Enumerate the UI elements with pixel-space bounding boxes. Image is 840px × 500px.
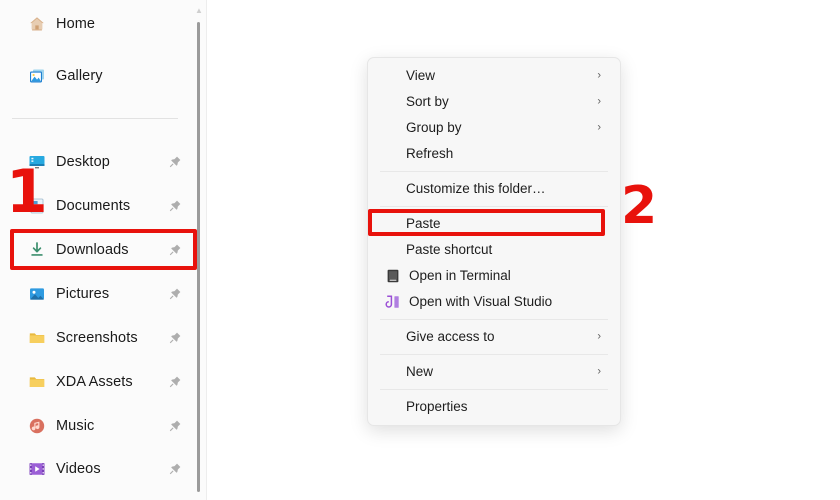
step-number-1: 1 (6, 157, 48, 227)
pin-icon[interactable] (168, 243, 182, 257)
chevron-right-icon: › (597, 365, 601, 378)
menu-item-properties[interactable]: Properties (372, 394, 616, 420)
menu-item-sort-by[interactable]: Sort by › (372, 89, 616, 115)
menu-item-label: Sort by (406, 94, 449, 110)
pin-icon[interactable] (168, 155, 182, 169)
sidebar-item-label: Downloads (56, 241, 129, 258)
menu-item-view[interactable]: View › (372, 63, 616, 89)
home-icon (28, 15, 46, 33)
sidebar-divider (12, 118, 178, 119)
menu-item-refresh[interactable]: Refresh (372, 141, 616, 167)
chevron-right-icon: › (597, 95, 601, 108)
visual-studio-icon (385, 294, 401, 310)
videos-icon (28, 460, 46, 478)
pin-icon[interactable] (168, 199, 182, 213)
chevron-right-icon: › (597, 330, 601, 343)
sidebar-item-gallery[interactable]: Gallery (10, 61, 188, 91)
sidebar-item-downloads[interactable]: Downloads (10, 235, 188, 265)
step-number-2: 2 (621, 176, 657, 236)
sidebar-item-label: Music (56, 417, 95, 434)
menu-item-new[interactable]: New › (372, 359, 616, 385)
navigation-pane: Home Gallery Desktop Documents Downloads… (0, 0, 198, 500)
pin-icon[interactable] (168, 419, 182, 433)
navigation-pane-scrollbar[interactable]: ▲ (192, 0, 206, 500)
menu-separator (380, 319, 608, 320)
context-menu: View › Sort by › Group by › Refresh Cust… (367, 57, 621, 426)
menu-item-customize-this-folder[interactable]: Customize this folder… (372, 176, 616, 202)
menu-item-open-with-visual-studio[interactable]: Open with Visual Studio (372, 289, 616, 315)
chevron-right-icon: › (597, 121, 601, 134)
sidebar-item-label: Pictures (56, 285, 110, 302)
pane-edge-divider (206, 0, 207, 500)
sidebar-item-screenshots[interactable]: Screenshots (10, 323, 188, 353)
sidebar-item-label: Videos (56, 460, 101, 477)
sidebar-item-label: Screenshots (56, 329, 138, 346)
sidebar-item-pictures[interactable]: Pictures (10, 279, 188, 309)
sidebar-item-home[interactable]: Home (10, 9, 188, 39)
menu-item-group-by[interactable]: Group by › (372, 115, 616, 141)
sidebar-item-label: Gallery (56, 67, 103, 84)
menu-item-label: New (406, 364, 434, 380)
menu-item-label: Properties (406, 399, 468, 415)
menu-item-label: Refresh (406, 146, 454, 162)
pictures-icon (28, 285, 46, 303)
sidebar-item-label: Documents (56, 197, 131, 214)
sidebar-item-videos[interactable]: Videos (10, 454, 188, 484)
sidebar-item-music[interactable]: Music (10, 411, 188, 441)
sidebar-item-label: Home (56, 15, 96, 32)
menu-separator (380, 206, 608, 207)
chevron-up-icon[interactable]: ▲ (192, 4, 206, 18)
menu-item-label: Open in Terminal (409, 268, 511, 284)
menu-separator (380, 389, 608, 390)
menu-item-label: Paste shortcut (406, 242, 493, 258)
menu-item-label: Customize this folder… (406, 181, 546, 197)
music-icon (28, 417, 46, 435)
menu-item-label: Paste (406, 216, 441, 232)
menu-item-give-access-to[interactable]: Give access to › (372, 324, 616, 350)
chevron-right-icon: › (597, 69, 601, 82)
pin-icon[interactable] (168, 375, 182, 389)
menu-item-open-in-terminal[interactable]: Open in Terminal (372, 263, 616, 289)
menu-item-paste-shortcut[interactable]: Paste shortcut (372, 237, 616, 263)
folder-icon (28, 373, 46, 391)
menu-item-label: Group by (406, 120, 462, 136)
sidebar-item-label: Desktop (56, 153, 110, 170)
downloads-icon (28, 241, 46, 259)
menu-item-paste[interactable]: Paste (372, 211, 616, 237)
menu-item-label: View (406, 68, 436, 84)
folder-icon (28, 329, 46, 347)
terminal-icon (385, 268, 401, 284)
pin-icon[interactable] (168, 331, 182, 345)
menu-item-label: Open with Visual Studio (409, 294, 553, 310)
pin-icon[interactable] (168, 462, 182, 476)
sidebar-item-label: XDA Assets (56, 373, 133, 390)
menu-separator (380, 171, 608, 172)
pin-icon[interactable] (168, 287, 182, 301)
sidebar-item-xda-assets[interactable]: XDA Assets (10, 367, 188, 397)
scrollbar-thumb[interactable] (197, 22, 200, 492)
menu-separator (380, 354, 608, 355)
gallery-icon (28, 67, 46, 85)
menu-item-label: Give access to (406, 329, 495, 345)
